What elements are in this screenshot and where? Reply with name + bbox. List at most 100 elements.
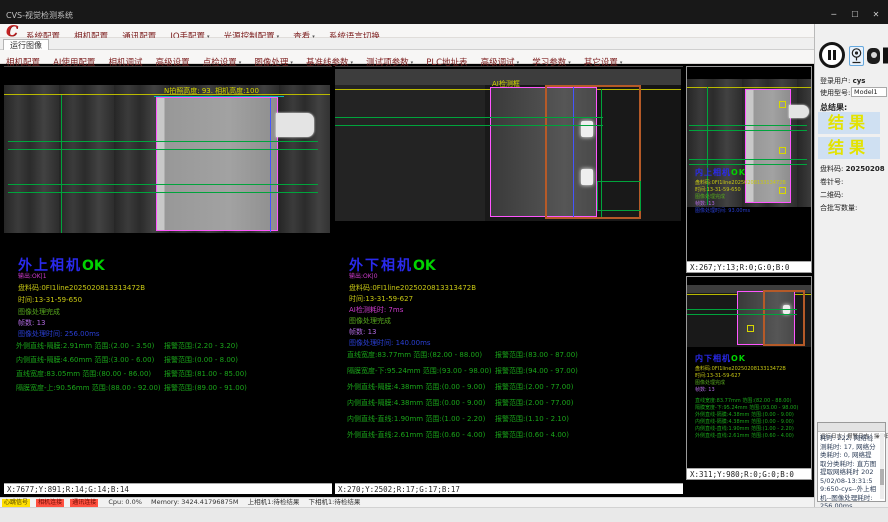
qr-label: 二维码: (820, 190, 843, 200)
overlay-line (335, 125, 603, 126)
frames-line: 帧数: 13 (18, 318, 46, 328)
exit-button[interactable] (882, 46, 888, 65)
done-line: 图像处理完成 (695, 379, 725, 386)
pixel-coordinate-bar: X:311;Y:980;R:0;G:0;B:0 (687, 468, 811, 479)
ok-status: OK (731, 168, 746, 177)
overlay-line (8, 141, 318, 142)
close-button[interactable]: ✕ (868, 10, 884, 19)
time-line: 时间:13-31-59-627 (695, 372, 741, 379)
overlay-line (8, 149, 318, 150)
proc-time-line: 图像处理时间: 140.00ms (349, 338, 431, 348)
measurement-row: 内侧直线-隔膜:4.60mm 范围:(3.00 - 6.00)报警范围:(0.0… (16, 355, 328, 369)
batch-label: 合批写数量: (820, 203, 857, 213)
roi-box (597, 181, 641, 211)
measurement-row: 直线宽度:83.05mm 范围:(80.00 - 86.00)报警范围:(81.… (16, 369, 328, 383)
overlay-line (573, 87, 574, 217)
overlay-line (689, 125, 807, 126)
result-box-upper: 结果 (818, 112, 880, 134)
camera-connection-badge: 相机连接 (36, 499, 64, 507)
menu-items: 系统配置 相机配置 通讯配置 IO手配置▾ 光源控制配置▾ 查看▾ 系统语言切换 (26, 24, 389, 38)
exit-door-icon (882, 46, 888, 65)
pixel-coordinate-bar: X:7677;Y:891;R:14;G:14;B:14 (4, 483, 332, 494)
camera-image-upper[interactable]: N拍照高度: 93. 相机高度:100 (4, 85, 330, 233)
overlay-line (689, 159, 807, 160)
measurement-row: 内侧直线-隔膜:4.38mm 范围:(0.00 - 9.00) (695, 418, 798, 425)
barcode-line: 盘料码:0FI1line2025020813313472B (18, 283, 145, 293)
log-tabs: 运行日志报警日志操作日志 (818, 423, 885, 432)
heartbeat-badge: 心跳信号 (2, 499, 30, 507)
measurement-row: 外侧直线-隔膜:4.38mm 范围:(0.00 - 9.00) (695, 411, 798, 418)
overlay-line (689, 164, 807, 165)
output-line: 输出:OK|0 (349, 271, 378, 280)
upper-camera-status: 上相机1:待检结果 (248, 498, 300, 507)
done-line: 图像处理完成 (18, 307, 60, 317)
pixel-coordinate-bar: X:267;Y:13;R:0;G:0;B:0 (687, 261, 811, 272)
measurement-row: 内侧直线-直线:1.90mm 范围:(1.00 - 2.20)报警范围:(1.1… (347, 414, 679, 430)
barcode-line: 盘料码:0FI1line2025020813313472B (349, 283, 476, 293)
tray-code-value: 20250208 (846, 165, 885, 173)
frames-line: 帧数: 13 (349, 327, 377, 337)
record-icon (871, 52, 877, 58)
pixel-coordinate-bar: X:270;Y:2502;R:17;G:17;B:17 (335, 483, 683, 494)
yellow-marker (779, 187, 786, 194)
menu-bar: C 系统配置 相机配置 通讯配置 IO手配置▾ 光源控制配置▾ 查看▾ 系统语言… (0, 24, 814, 38)
toolbar: 相机配置 AI使用配置 相机调试 高级设置 点检设置▾ 图像处理▾ 基准线参数▾… (0, 50, 814, 64)
app-status-bar: 心跳信号 相机连接 通讯连接 Cpu: 0.0% Memory: 3424.41… (0, 497, 814, 507)
comm-connection-badge: 通讯连接 (70, 499, 98, 507)
overlay-line (61, 95, 62, 233)
yellow-marker (779, 147, 786, 154)
result-box-lower: 结果 (818, 137, 880, 159)
model-input[interactable]: Model1 (851, 87, 887, 97)
camera-result-title: 内下相机OK (695, 353, 746, 364)
minimize-button[interactable]: ─ (826, 10, 842, 19)
app-window: CVS-视觉检测系统 ─ ☐ ✕ C 系统配置 相机配置 通讯配置 IO手配置▾… (0, 0, 888, 522)
done-line: 图像处理完成 (349, 316, 391, 326)
log-scrollbar[interactable] (880, 433, 884, 499)
window-title: CVS-视觉检测系统 (6, 10, 73, 21)
time-line: 时间:13-31-59-650 (695, 186, 741, 193)
title-bar: CVS-视觉检测系统 ─ ☐ ✕ (0, 0, 888, 24)
camera-result-title: 内上相机OK (695, 167, 746, 178)
ai-detect-box (763, 290, 805, 346)
measurement-row: 隔膜宽度-上:90.56mm 范围:(88.00 - 92.00)报警范围:(8… (16, 383, 328, 397)
machine-body (640, 85, 681, 221)
measurement-row: 直线宽度:83.77mm 范围:(82.00 - 88.00)报警范围:(83.… (347, 350, 679, 366)
camera-capture-button[interactable] (849, 46, 864, 66)
tab-run-image[interactable]: 运行图像 (3, 39, 49, 50)
overlay-line (335, 117, 603, 118)
tray-code-row: 盘料码: 20250208 (820, 164, 885, 174)
record-button[interactable] (867, 48, 880, 64)
output-line: 输出:OK|1 (18, 271, 47, 280)
log-text: 耗时: 222, 网络检测耗时: 17, 网络分类耗时: 0, 网络提取分类耗时… (820, 434, 878, 511)
cell-tab (276, 113, 314, 137)
webcam-icon (850, 47, 863, 65)
measurement-rows: 直线宽度:83.77mm 范围:(82.00 - 88.00)隔膜宽度-下:95… (695, 397, 798, 439)
measurement-row: 内侧直线-直线:1.90mm 范围:(1.00 - 2.20) (695, 425, 798, 432)
control-sidebar: 登录用户: cys 使用型号: Model1 总结果: 结果 结果 盘料码: 2… (814, 24, 888, 507)
overlay-line (270, 98, 271, 232)
ok-status: OK (731, 354, 746, 363)
frames-line: 帧数: 13 (695, 200, 715, 207)
camera-panel-outer-upper: N拍照高度: 93. 相机高度:100 外上相机OK 输出:OK|1 盘料码:0… (4, 66, 332, 494)
measurement-row: 内侧直线-隔膜:4.38mm 范围:(0.00 - 9.00)报警范围:(2.0… (347, 398, 679, 414)
cell-tab (789, 105, 809, 118)
log-box: 运行日志报警日志操作日志 耗时: 222, 网络检测耗时: 17, 网络分类耗时… (817, 422, 886, 502)
camera-image-inner-lower[interactable] (687, 285, 811, 347)
measurement-row: 外侧直线-直线:2.61mm 范围:(0.60 - 4.00)报警范围:(0.6… (347, 430, 679, 446)
pause-button[interactable] (819, 42, 845, 68)
barcode-line: 盘料码:0FI1line2025020813313472B (695, 365, 786, 372)
cpu-usage: Cpu: 0.0% (108, 498, 142, 507)
login-user-row: 登录用户: cys (820, 76, 865, 86)
needle-label: 卷针号: (820, 177, 843, 187)
model-row: 使用型号: (820, 88, 850, 98)
measurement-row: 外侧直线-直线:2.61mm 范围:(0.60 - 4.00) (695, 432, 798, 439)
ok-status: OK (82, 258, 105, 274)
measurement-row: 外侧直线-隔膜:2.91mm 范围:(2.00 - 3.50)报警范围:(2.2… (16, 341, 328, 355)
camera-panel-outer-lower: AI检测框 外下相机OK 输出:OK|0 盘料码:0FI1line2025020… (335, 66, 683, 494)
camera-image-lower[interactable]: AI检测框 (335, 69, 681, 221)
maximize-button[interactable]: ☐ (847, 10, 863, 19)
scrollbar-thumb[interactable] (880, 469, 884, 485)
login-user-value: cys (853, 77, 866, 85)
camera-panel-inner-upper: 内上相机OK 盘料码:0FI1line2025020813313472B 时间:… (686, 66, 812, 273)
measurement-row: 直线宽度:83.77mm 范围:(82.00 - 88.00) (695, 397, 798, 404)
